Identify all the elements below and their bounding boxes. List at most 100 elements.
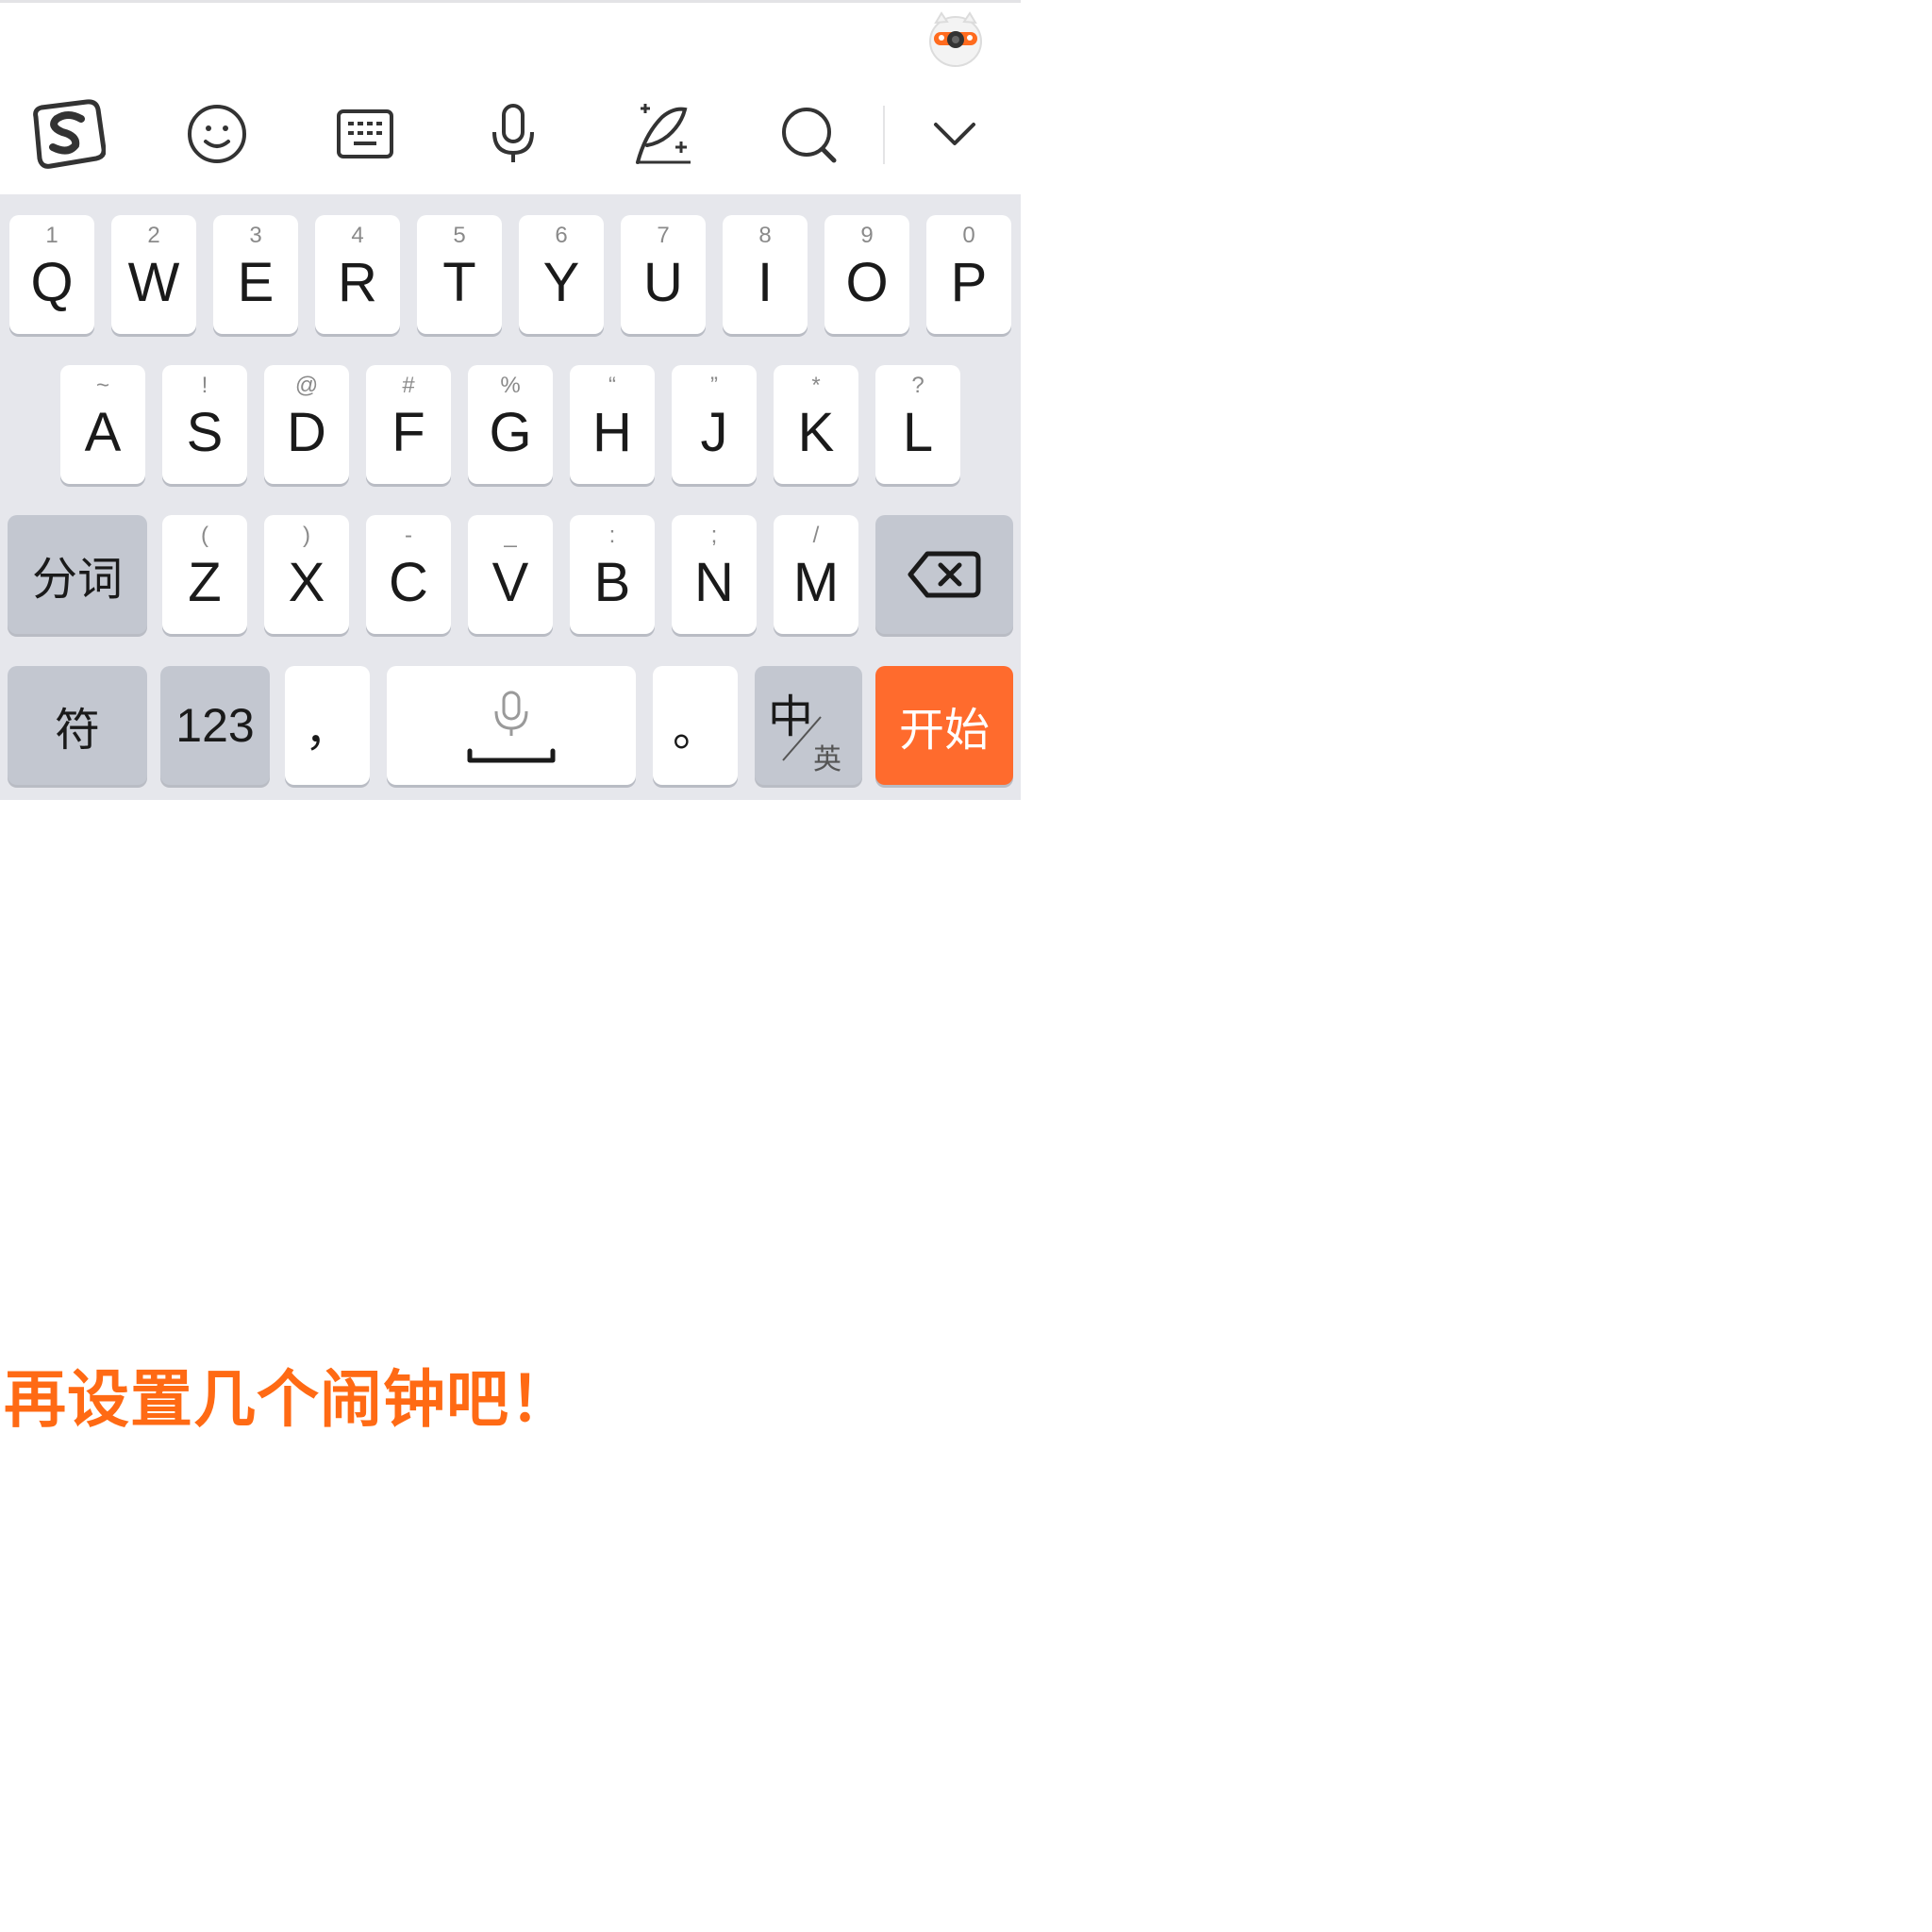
key-alt-label: ? <box>911 373 924 398</box>
key-label: G <box>489 402 532 463</box>
key-label: R <box>338 252 377 313</box>
space-microphone-icon <box>467 691 556 763</box>
key-label: B <box>593 552 631 613</box>
key-alt-label: ( <box>201 523 208 548</box>
key-t[interactable]: 5T <box>417 215 502 334</box>
key-alt-label: ! <box>201 373 208 398</box>
key-alt-label: 0 <box>962 223 975 248</box>
handwriting-icon[interactable] <box>625 96 700 172</box>
key-alt-label: @ <box>294 373 319 398</box>
key-label: C <box>389 552 428 613</box>
period-key-label: 。 <box>672 704 718 757</box>
key-label: P <box>950 252 988 313</box>
key-h[interactable]: “H <box>570 365 655 484</box>
key-alt-label: : <box>608 523 616 548</box>
key-label: E <box>237 252 275 313</box>
start-button[interactable]: 开始 <box>875 666 1013 785</box>
key-alt-label: / <box>812 523 820 548</box>
key-g[interactable]: % G <box>468 365 553 484</box>
key-label: Z <box>188 552 222 613</box>
top-divider <box>0 0 1021 3</box>
key-a[interactable]: ~ A <box>60 365 145 484</box>
key-label: Y <box>542 252 580 313</box>
start-button-label: 开始 <box>898 704 990 757</box>
collapse-chevron-icon[interactable] <box>917 96 992 172</box>
key-alt-label: “ <box>608 373 616 398</box>
key-alt-label: ; <box>710 523 718 548</box>
key-alt-label: 7 <box>657 223 670 248</box>
key-alt-label: 4 <box>351 223 364 248</box>
emoji-icon[interactable] <box>179 96 255 172</box>
key-n[interactable]: ; N <box>672 515 757 634</box>
key-alt-label: 9 <box>860 223 874 248</box>
backspace-icon <box>908 551 981 598</box>
key-label: V <box>491 552 529 613</box>
period-key[interactable]: 。 <box>653 666 738 785</box>
key-f[interactable]: # F <box>366 365 451 484</box>
key-i[interactable]: 8I <box>723 215 808 334</box>
key-u[interactable]: 7U <box>621 215 706 334</box>
key-area: 1Q 2W 3E 4R 5T 6Y 7U 8I 9O 0P ~ A ! S @ D #… <box>0 194 1021 800</box>
key-z[interactable]: (Z <box>162 515 247 634</box>
key-k[interactable]: * K <box>774 365 858 484</box>
key-j[interactable]: ” J <box>672 365 757 484</box>
key-d[interactable]: @ D <box>264 365 349 484</box>
key-alt-label: 6 <box>555 223 568 248</box>
key-alt-label: 3 <box>249 223 262 248</box>
key-alt-label: * <box>811 373 821 398</box>
key-label: D <box>287 402 326 463</box>
key-c[interactable]: -C <box>366 515 451 634</box>
key-o[interactable]: 9O <box>824 215 909 334</box>
key-e[interactable]: 3E <box>213 215 298 334</box>
key-w[interactable]: 2W <box>111 215 196 334</box>
keyboard-layout-icon[interactable] <box>327 96 403 172</box>
language-switch-key[interactable]: 中 英 <box>755 666 862 785</box>
key-label: K <box>797 402 835 463</box>
key-s[interactable]: ! S <box>162 365 247 484</box>
key-alt-label: ” <box>710 373 718 398</box>
key-label: M <box>792 552 840 613</box>
key-label: U <box>643 252 683 313</box>
segment-key[interactable]: 分词 <box>8 515 147 634</box>
key-alt-label: # <box>402 373 415 398</box>
key-label: I <box>757 252 774 313</box>
numbers-key-label: 123 <box>175 699 255 752</box>
space-key[interactable] <box>387 666 636 785</box>
key-alt-label: 8 <box>758 223 772 248</box>
keyboard-panel: 1Q 2W 3E 4R 5T 6Y 7U 8I 9O 0P ~ A ! S @ D #… <box>0 0 1021 800</box>
segment-key-label: 分词 <box>31 553 123 606</box>
key-alt-label: ) <box>303 523 310 548</box>
caption-text: 再设置几个闹钟吧！ <box>4 1363 573 1436</box>
numbers-key[interactable]: 123 <box>160 666 270 785</box>
key-label: O <box>845 252 889 313</box>
microphone-icon[interactable] <box>475 96 551 172</box>
key-label: W <box>127 252 180 313</box>
key-v[interactable]: _ V <box>468 515 553 634</box>
language-slash-icon <box>782 716 822 761</box>
comma-key-label: ， <box>304 704 350 757</box>
key-b[interactable]: :B <box>570 515 655 634</box>
key-q[interactable]: 1Q <box>9 215 94 334</box>
search-icon[interactable] <box>772 96 847 172</box>
key-alt-label: % <box>500 373 521 398</box>
key-alt-label: - <box>405 523 412 548</box>
key-label: S <box>186 402 224 463</box>
comma-key[interactable]: ， <box>285 666 370 785</box>
key-l[interactable]: ? L <box>875 365 960 484</box>
symbols-key-label: 符 <box>54 704 100 757</box>
mascot-icon[interactable] <box>928 9 983 68</box>
key-alt-label: 2 <box>147 223 160 248</box>
key-m[interactable]: / M <box>774 515 858 634</box>
symbols-key[interactable]: 符 <box>8 666 147 785</box>
key-label: A <box>84 402 122 463</box>
key-p[interactable]: 0P <box>926 215 1011 334</box>
key-x[interactable]: ) X <box>264 515 349 634</box>
sogou-logo-icon[interactable] <box>30 96 106 172</box>
key-label: J <box>700 402 728 463</box>
key-label: H <box>592 402 632 463</box>
key-r[interactable]: 4R <box>315 215 400 334</box>
key-label: N <box>694 552 734 613</box>
language-english-label: 英 <box>813 743 841 776</box>
key-y[interactable]: 6Y <box>519 215 604 334</box>
backspace-key[interactable] <box>875 515 1013 634</box>
